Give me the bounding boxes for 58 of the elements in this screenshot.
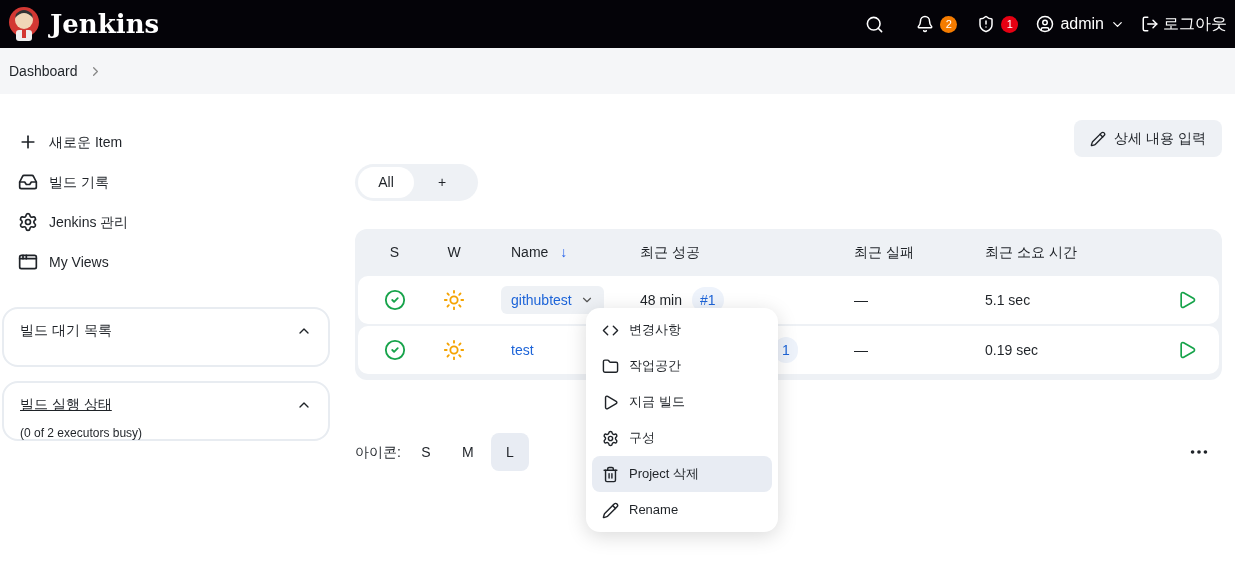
column-header: 최근 성공 [640, 244, 700, 260]
column-header: W [447, 243, 461, 262]
user-menu-button[interactable]: admin [1030, 6, 1131, 42]
pencil-icon [1090, 130, 1107, 147]
last-success-time: 48 min [640, 290, 683, 310]
column-header: S [389, 243, 400, 262]
panel-title: 빌드 대기 목록 [20, 321, 112, 340]
window-icon [18, 252, 38, 272]
sidebar-item[interactable]: 새로운 Item [2, 122, 330, 162]
sort-arrow[interactable]: ↓ [560, 242, 568, 263]
notification-count: 2 [940, 15, 958, 33]
security-button[interactable]: 1 [971, 6, 1025, 42]
edit-description-button[interactable]: 상세 내용 입력 [1074, 120, 1222, 157]
logout-icon [1141, 15, 1159, 33]
inbox-icon [18, 172, 38, 192]
sidebar-item[interactable]: My Views [2, 242, 330, 282]
sidebar-item[interactable]: 빌드 기록 [2, 162, 330, 202]
panel-text: (0 of 2 executors busy) [20, 425, 144, 442]
menu-item[interactable]: 작업공간 [592, 348, 772, 384]
sidebar-item[interactable]: Jenkins 관리 [2, 202, 330, 242]
duration-text: 5.1 sec [985, 291, 1031, 308]
brand-name[interactable]: Jenkins [50, 4, 160, 44]
folder-icon [602, 357, 619, 375]
settings-icon [602, 429, 619, 447]
menu-item[interactable]: 구성 [592, 420, 772, 456]
menu-item[interactable]: 변경사항 [592, 312, 772, 348]
duration-text: 0.19 sec [985, 341, 1038, 358]
breadcrumb-link[interactable]: Dashboard [9, 60, 78, 82]
play-icon[interactable] [1177, 340, 1197, 360]
view-tab[interactable]: + [414, 167, 470, 198]
settings-icon [18, 212, 38, 232]
jenkins-logo-icon [8, 6, 40, 42]
job-link[interactable]: githubtest [501, 286, 604, 314]
view-tab[interactable]: All [358, 167, 414, 198]
play-icon [602, 393, 619, 411]
column-header[interactable]: Name [511, 242, 549, 263]
menu-item[interactable]: Project 삭제 [592, 456, 772, 492]
last-failure: — [854, 291, 868, 308]
security-count: 1 [1001, 15, 1019, 33]
logout-button[interactable]: 로그아웃 [1137, 6, 1227, 42]
panel-title[interactable]: 빌드 실행 상태 [20, 394, 112, 415]
search-icon [864, 14, 884, 34]
icon-size-option[interactable]: M [448, 433, 487, 471]
job-link[interactable]: test [501, 336, 544, 364]
trash-icon [602, 465, 619, 483]
icon-size-option[interactable]: L [490, 433, 529, 471]
menu-item[interactable]: 지금 빌드 [592, 384, 772, 420]
pencil-icon [602, 501, 619, 519]
user-icon [1036, 15, 1055, 33]
last-failure: — [854, 341, 868, 358]
menu-item[interactable]: Rename [592, 492, 772, 528]
icon-size-option[interactable]: S [406, 433, 445, 471]
icon-size-label: 아이콘: [355, 442, 401, 462]
bell-icon [916, 15, 935, 33]
column-header: 최근 소요 시간 [985, 244, 1077, 260]
play-icon[interactable] [1177, 290, 1197, 310]
column-header: 최근 실패 [854, 244, 914, 260]
shield-icon [977, 15, 996, 33]
